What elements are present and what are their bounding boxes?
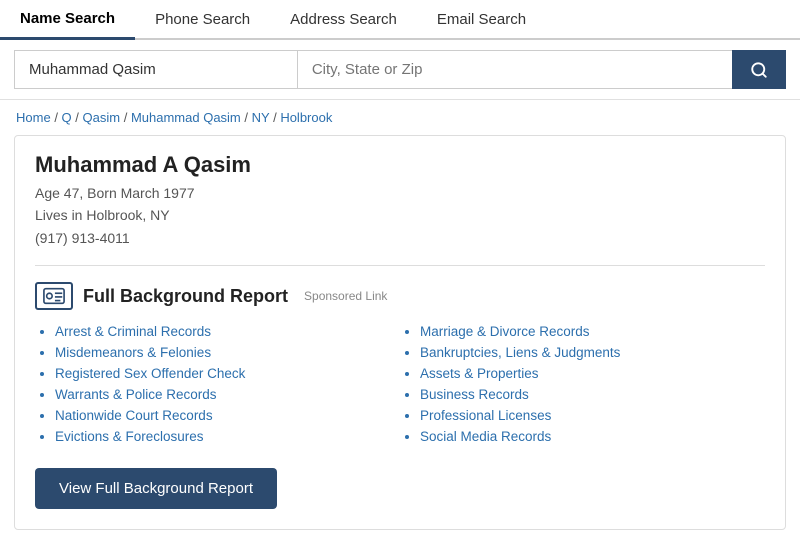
nav-tabs: Name Search Phone Search Address Search … xyxy=(0,0,800,40)
breadcrumb-fullname[interactable]: Muhammad Qasim xyxy=(131,110,241,125)
report-right-item: Professional Licenses xyxy=(420,408,765,423)
report-right-item: Marriage & Divorce Records xyxy=(420,324,765,339)
profile-card: Muhammad A Qasim Age 47, Born March 1977… xyxy=(14,135,786,530)
sponsored-label: Sponsored Link xyxy=(304,289,387,303)
report-right-item: Bankruptcies, Liens & Judgments xyxy=(420,345,765,360)
report-right-item: Social Media Records xyxy=(420,429,765,444)
id-card-icon xyxy=(43,287,65,305)
profile-phone: (917) 913-4011 xyxy=(35,227,765,249)
tab-name-search[interactable]: Name Search xyxy=(0,0,135,40)
search-button[interactable] xyxy=(732,50,786,89)
search-icon xyxy=(750,61,768,79)
section-divider xyxy=(35,265,765,266)
report-left-item: Warrants & Police Records xyxy=(55,387,400,402)
report-left-item: Registered Sex Offender Check xyxy=(55,366,400,381)
breadcrumb: Home / Q / Qasim / Muhammad Qasim / NY /… xyxy=(0,100,800,135)
profile-name: Muhammad A Qasim xyxy=(35,152,765,178)
breadcrumb-state[interactable]: NY xyxy=(252,110,270,125)
breadcrumb-q[interactable]: Q xyxy=(62,110,72,125)
report-icon xyxy=(35,282,73,310)
search-name-input[interactable] xyxy=(14,50,297,89)
tab-phone-search[interactable]: Phone Search xyxy=(135,0,270,38)
breadcrumb-city[interactable]: Holbrook xyxy=(280,110,332,125)
report-title: Full Background Report xyxy=(83,286,288,307)
profile-location: Lives in Holbrook, NY xyxy=(35,204,765,226)
report-left-item: Misdemeanors & Felonies xyxy=(55,345,400,360)
breadcrumb-home[interactable]: Home xyxy=(16,110,51,125)
report-left-item: Nationwide Court Records xyxy=(55,408,400,423)
search-location-input[interactable] xyxy=(297,50,732,89)
report-right-column: Marriage & Divorce Records Bankruptcies, … xyxy=(400,324,765,450)
report-right-item: Assets & Properties xyxy=(420,366,765,381)
report-left-item: Arrest & Criminal Records xyxy=(55,324,400,339)
report-right-item: Business Records xyxy=(420,387,765,402)
report-left-column: Arrest & Criminal Records Misdemeanors & … xyxy=(35,324,400,450)
search-bar xyxy=(0,40,800,100)
profile-age: Age 47, Born March 1977 xyxy=(35,182,765,204)
breadcrumb-qasim[interactable]: Qasim xyxy=(83,110,121,125)
tab-address-search[interactable]: Address Search xyxy=(270,0,417,38)
report-header: Full Background Report Sponsored Link xyxy=(35,282,765,310)
tab-email-search[interactable]: Email Search xyxy=(417,0,546,38)
report-left-item: Evictions & Foreclosures xyxy=(55,429,400,444)
view-background-report-button[interactable]: View Full Background Report xyxy=(35,468,277,509)
report-lists: Arrest & Criminal Records Misdemeanors & … xyxy=(35,324,765,450)
